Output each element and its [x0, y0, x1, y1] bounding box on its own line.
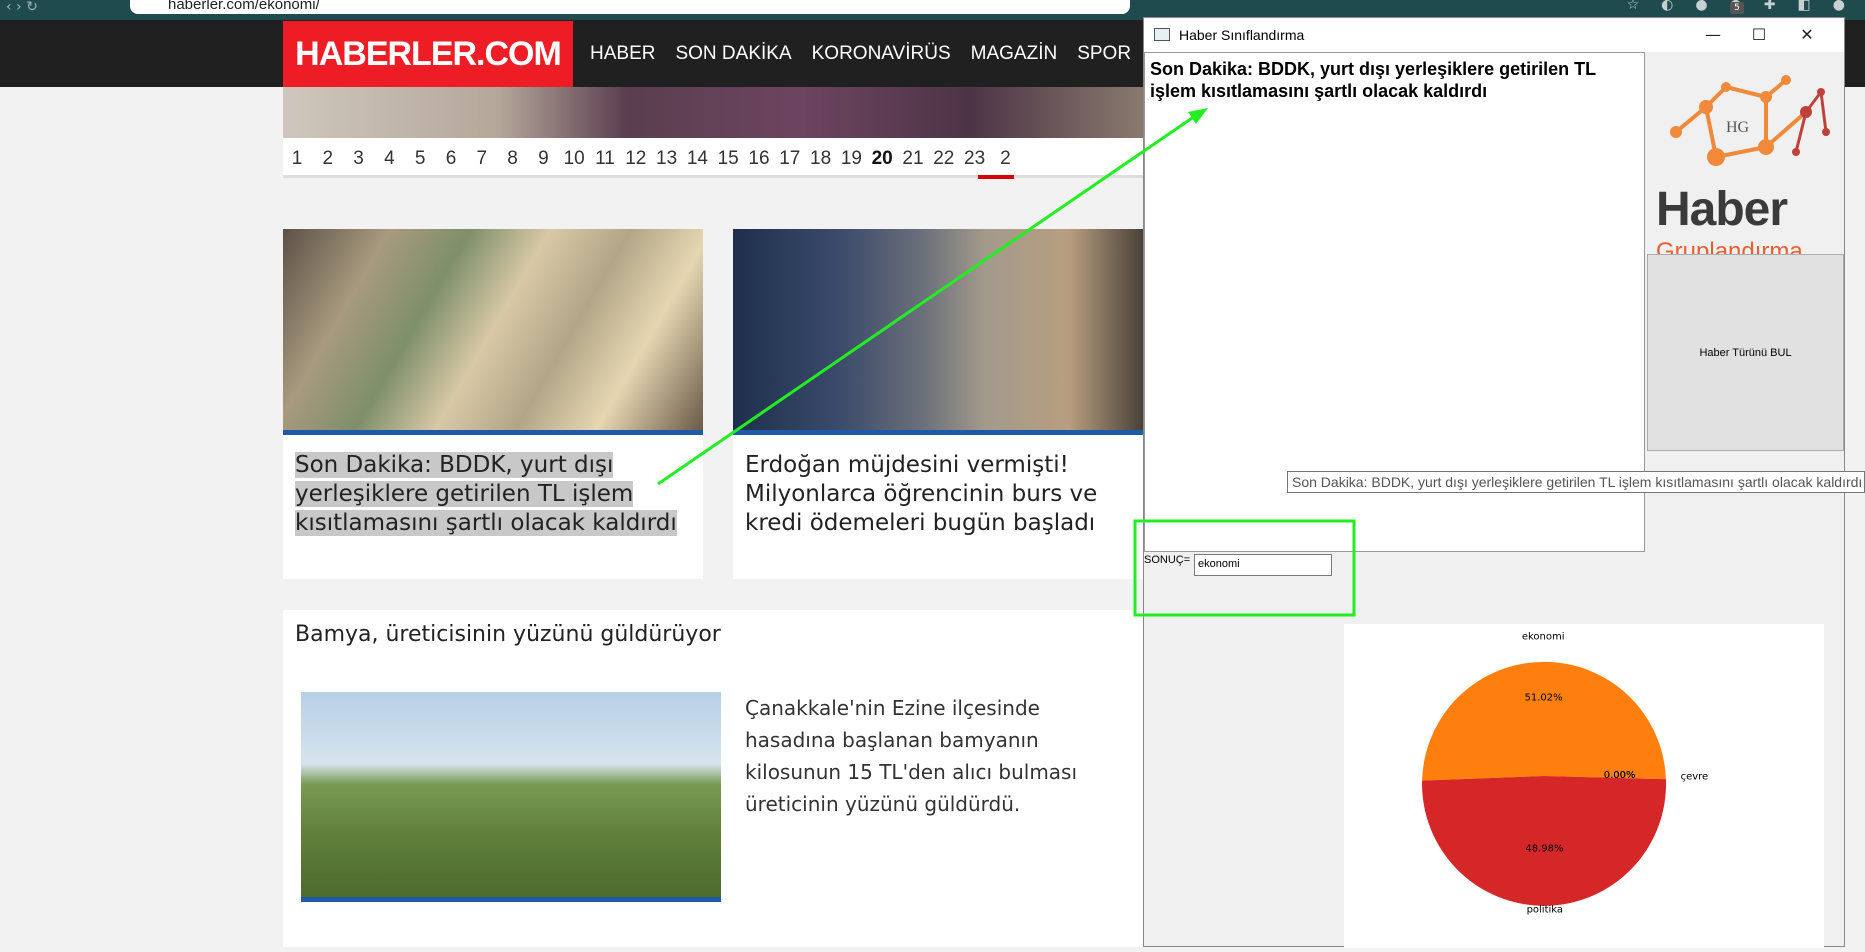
pager-page-18[interactable]: 18: [810, 148, 831, 170]
site-logo[interactable]: HABERLER.COM: [283, 21, 573, 87]
pie-label: çevre: [1681, 772, 1709, 783]
pie-slice: [1422, 776, 1667, 906]
pager-page-8[interactable]: 8: [507, 148, 518, 170]
menu-item-magazin[interactable]: MAGAZİN: [971, 43, 1058, 65]
nav-back-forward-reload-icons[interactable]: ‹ › ↻: [6, 0, 38, 14]
extension-badge: 5: [1730, 2, 1744, 14]
result-field[interactable]: ekonomi: [1194, 554, 1332, 576]
news-card[interactable]: Son Dakika: BDDK, yurt dışı yerleşiklere…: [283, 229, 703, 579]
pager-page-23[interactable]: 23: [964, 148, 985, 170]
feature-image[interactable]: [301, 692, 721, 902]
address-url[interactable]: haberler.com/ekonomi/: [168, 0, 320, 13]
slider-image[interactable]: [283, 87, 1143, 138]
pie-pct-label: 51.02%: [1524, 692, 1562, 703]
pager-page-9[interactable]: 9: [538, 148, 549, 170]
pager-page-20[interactable]: 20: [872, 148, 893, 170]
pager-page-21[interactable]: 21: [902, 148, 923, 170]
news-text: Son Dakika: BDDK, yurt dışı yerleşiklere…: [1150, 59, 1596, 101]
pager-page-6[interactable]: 6: [446, 148, 457, 170]
news-card-title[interactable]: Erdoğan müjdesini vermişti! Milyonlarca …: [745, 451, 1145, 538]
news-card[interactable]: Erdoğan müjdesini vermişti! Milyonlarca …: [733, 229, 1153, 579]
pager-page-19[interactable]: 19: [841, 148, 862, 170]
feature-title[interactable]: Bamya, üreticisinin yüzünü güldürüyor: [295, 622, 721, 647]
slider-pager: 1 2 3 4 5 6 7 8 9 10 11 12 13 14 15 16 17 18 19 20 21 22 23 2: [283, 138, 1143, 178]
app-logo: HG Haber Gruplandırma: [1646, 52, 1844, 265]
pager-page-10[interactable]: 10: [564, 148, 585, 170]
find-news-type-button[interactable]: Haber Türünü BUL: [1647, 254, 1844, 451]
pager-page-4[interactable]: 4: [384, 148, 395, 170]
pie-chart-panel: politika 48.98% ekonomi 51.02% çevre 0.00% 0.0…: [1344, 624, 1824, 948]
menu-item-spor[interactable]: SPOR: [1077, 43, 1131, 65]
pager-active-indicator: [978, 175, 1014, 179]
menu-item-son-dakika[interactable]: SON DAKİKA: [675, 43, 791, 65]
logo-main-text: Haber: [1656, 183, 1788, 236]
pager-page-13[interactable]: 13: [656, 148, 677, 170]
pager-page-3[interactable]: 3: [353, 148, 364, 170]
window-icon: [1154, 28, 1170, 41]
menu-item-koronavirus[interactable]: KORONAVİRÜS: [812, 43, 951, 65]
feature-text: Çanakkale'nin Ezine ilçesinde hasadına b…: [745, 696, 1078, 816]
pager-page-16[interactable]: 16: [748, 148, 769, 170]
tooltip: Son Dakika: BDDK, yurt dışı yerleşiklere…: [1287, 471, 1865, 493]
maximize-button[interactable]: ☐: [1736, 22, 1782, 48]
pager-page-1[interactable]: 1: [292, 148, 303, 170]
pager-page-11[interactable]: 11: [595, 148, 615, 170]
news-card-image[interactable]: [283, 229, 703, 435]
pie-label: ekonomi: [1522, 631, 1565, 642]
result-label: SONUÇ=: [1144, 554, 1191, 566]
pie-label: politika: [1527, 905, 1563, 916]
pie-pct-label: 48.98%: [1525, 844, 1563, 855]
minimize-button[interactable]: —: [1690, 22, 1736, 48]
news-card-image[interactable]: [733, 229, 1153, 435]
close-button[interactable]: ✕: [1784, 22, 1830, 48]
pager-page-2[interactable]: 2: [323, 148, 334, 170]
main-menu: HABER SON DAKİKA KORONAVİRÜS MAGAZİN SPO…: [590, 20, 1176, 87]
pager-page-14[interactable]: 14: [687, 148, 708, 170]
pie-slice: [1422, 661, 1666, 781]
window-title: Haber Sınıflandırma: [1179, 27, 1305, 43]
pager-page-12[interactable]: 12: [625, 148, 646, 170]
pager-page-22[interactable]: 22: [933, 148, 954, 170]
menu-item-haber[interactable]: HABER: [590, 43, 655, 65]
pager-page-17[interactable]: 17: [779, 148, 800, 170]
molecule-logo-icon: HG: [1670, 75, 1830, 166]
pager-page-5[interactable]: 5: [415, 148, 426, 170]
pie-pct-label: 0.00%: [1604, 770, 1636, 781]
pie-chart: politika48.98%ekonomi51.02%çevre0.00%0.0…: [1422, 631, 1709, 916]
pager-page-2[interactable]: 2: [1000, 148, 1011, 170]
window-titlebar[interactable]: Haber Sınıflandırma — ☐ ✕: [1144, 18, 1844, 52]
logo-mark: HG: [1726, 119, 1750, 136]
feature-card[interactable]: Bamya, üreticisinin yüzünü güldürüyor Ça…: [283, 610, 1153, 947]
news-card-title[interactable]: Son Dakika: BDDK, yurt dışı yerleşiklere…: [295, 451, 695, 538]
pager-page-7[interactable]: 7: [477, 148, 488, 170]
pager-page-15[interactable]: 15: [718, 148, 739, 170]
